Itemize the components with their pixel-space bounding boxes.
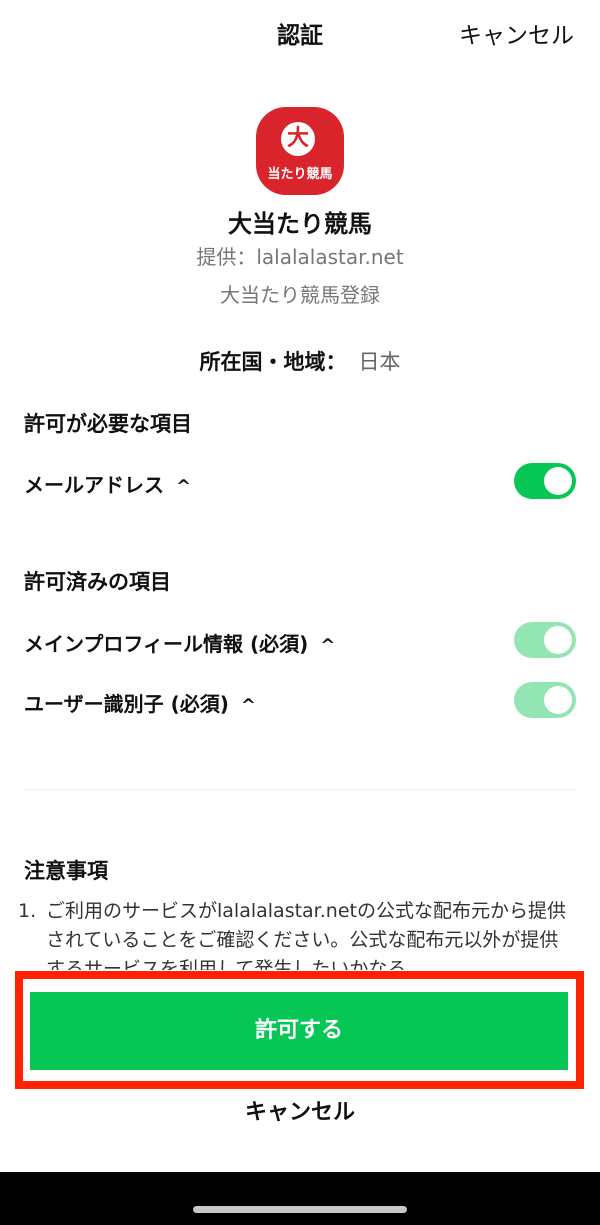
header-cancel-button[interactable]: キャンセル: [459, 16, 574, 50]
chevron-up-icon: ^: [320, 635, 336, 656]
permission-label: メールアドレス: [24, 473, 164, 497]
permission-expand-email[interactable]: メールアドレス ^: [24, 469, 191, 498]
notes-title: 注意事項: [24, 859, 108, 883]
region-row: 所在国・地域： 日本: [0, 346, 600, 376]
app-logo: 大 当たり競馬: [256, 107, 344, 195]
footer-cancel-button[interactable]: キャンセル: [0, 1094, 600, 1126]
required-section-title: 許可が必要な項目: [24, 412, 192, 436]
logo-wordmark: 当たり競馬: [267, 167, 333, 182]
app-description: 大当たり競馬登録: [220, 283, 380, 307]
permission-label: メインプロフィール情報 (必須): [24, 632, 309, 656]
permission-row-email: メールアドレス ^: [24, 463, 576, 503]
region-label: 所在国・地域：: [199, 350, 347, 374]
permission-row-profile: メインプロフィール情報 (必須) ^: [24, 622, 576, 662]
section-divider: [24, 789, 576, 790]
footer-actions: 許可する キャンセル: [0, 970, 600, 1172]
logo-emblem: 大: [281, 122, 315, 156]
granted-section-title: 許可済みの項目: [24, 570, 171, 594]
note-number: 1.: [18, 900, 37, 922]
chevron-up-icon: ^: [176, 476, 192, 497]
permission-expand-profile[interactable]: メインプロフィール情報 (必須) ^: [24, 628, 335, 657]
identifier-permission-toggle: [514, 682, 576, 718]
chevron-up-icon: ^: [240, 695, 256, 716]
app-name: 大当たり競馬: [228, 210, 372, 238]
toggle-knob: [544, 626, 572, 654]
region-value: 日本: [358, 350, 401, 374]
note-text: ご利用のサービスがlalalalastar.netの公式な配布元から提供されてい…: [46, 900, 566, 970]
permission-expand-identifier[interactable]: ユーザー識別子 (必須) ^: [24, 688, 256, 717]
system-nav-bar: [0, 1172, 600, 1225]
home-indicator[interactable]: [193, 1206, 407, 1213]
profile-permission-toggle: [514, 622, 576, 658]
header: 認証 キャンセル: [0, 0, 600, 64]
note-item: 1. ご利用のサービスがlalalalastar.netの公式な配布元から提供さ…: [18, 897, 578, 970]
toggle-knob: [544, 686, 572, 714]
app-provider: 提供：lalalalastar.net: [196, 245, 404, 269]
permission-label: ユーザー識別子 (必須): [24, 692, 229, 716]
allow-button[interactable]: 許可する: [30, 990, 568, 1072]
toggle-knob: [544, 467, 572, 495]
permission-row-identifier: ユーザー識別子 (必須) ^: [24, 682, 576, 722]
email-permission-toggle[interactable]: [514, 463, 576, 499]
